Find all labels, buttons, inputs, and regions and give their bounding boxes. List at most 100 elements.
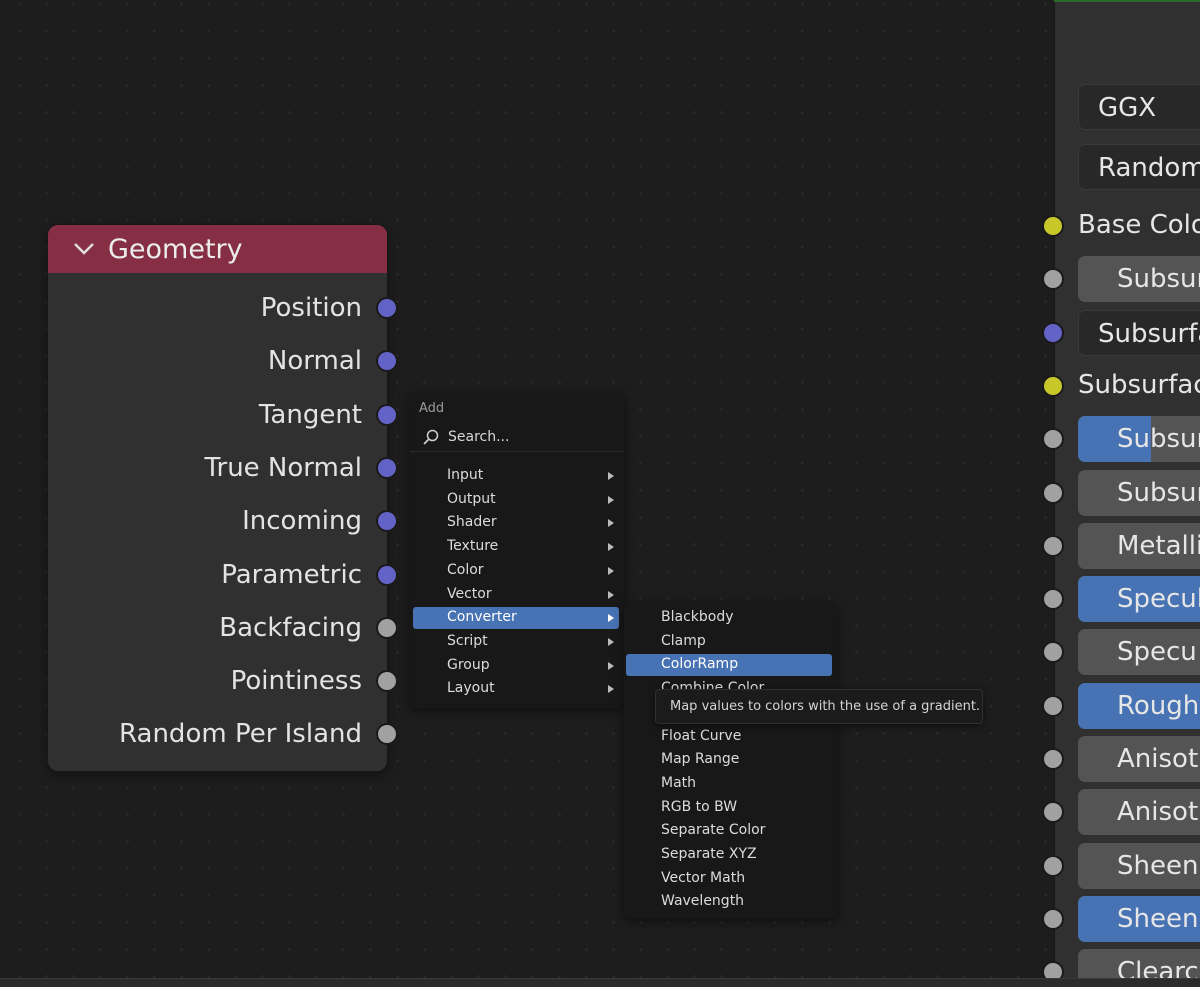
- geometry-output-row: Pointiness: [48, 661, 398, 701]
- bsdf-input-slider[interactable]: Subsur: [1078, 416, 1200, 463]
- output-socket[interactable]: [376, 616, 398, 639]
- submenu-arrow-icon: [608, 614, 614, 623]
- geometry-node-title: Geometry: [108, 233, 243, 265]
- bsdf-input-label: Subsur: [1117, 424, 1200, 455]
- input-socket[interactable]: [1042, 215, 1064, 237]
- geometry-node-header[interactable]: Geometry: [48, 225, 387, 273]
- add-menu-search[interactable]: Search...: [410, 422, 624, 452]
- submenu-item-blackbody[interactable]: Blackbody: [626, 607, 832, 629]
- bsdf-input-slider[interactable]: Subsur: [1078, 469, 1200, 516]
- geometry-node[interactable]: Geometry Position Normal Tangent True Norma…: [48, 225, 398, 771]
- bsdf-input-slider[interactable]: Specu: [1078, 629, 1200, 676]
- geometry-output-row: Position: [48, 288, 398, 328]
- submenu-item-math[interactable]: Math: [626, 773, 832, 795]
- menu-item-label: Color: [447, 561, 484, 578]
- menu-item-label: Converter: [447, 609, 517, 626]
- input-socket[interactable]: [1042, 481, 1064, 504]
- subsurface-method-value: Random: [1098, 153, 1200, 183]
- bsdf-input-slider[interactable]: Subsurfa: [1078, 309, 1200, 356]
- converter-submenu[interactable]: BlackbodyClampColorRampCombine ColorComb…: [624, 602, 837, 918]
- menu-item-converter[interactable]: Converter: [413, 607, 619, 630]
- output-socket[interactable]: [376, 297, 398, 319]
- bsdf-input-slider[interactable]: Rough: [1078, 682, 1200, 729]
- input-socket[interactable]: [1042, 748, 1064, 770]
- submenu-item-label: Blackbody: [661, 609, 734, 625]
- bsdf-input-label: Sheen: [1117, 850, 1199, 881]
- submenu-item-separate-xyz[interactable]: Separate XYZ: [626, 844, 832, 866]
- bsdf-input-label: Anisot: [1117, 797, 1199, 828]
- distribution-dropdown[interactable]: GGX: [1078, 84, 1200, 130]
- add-menu[interactable]: Add Search... Input Output Shader Texture Co…: [410, 392, 624, 708]
- menu-item-label: Texture: [447, 538, 499, 555]
- menu-item-group[interactable]: Group: [413, 655, 619, 677]
- menu-item-vector[interactable]: Vector: [413, 584, 619, 606]
- bsdf-input-label: Specu: [1117, 637, 1197, 668]
- input-socket[interactable]: [1042, 534, 1064, 557]
- bsdf-input-slider[interactable]: Sheen: [1078, 895, 1200, 942]
- submenu-item-vector-math[interactable]: Vector Math: [626, 868, 832, 890]
- submenu-item-wavelength[interactable]: Wavelength: [626, 891, 832, 913]
- geometry-output-row: Parametric: [48, 555, 398, 595]
- submenu-item-label: Separate XYZ: [661, 846, 757, 862]
- input-socket[interactable]: [1042, 694, 1064, 717]
- submenu-item-rgb-to-bw[interactable]: RGB to BW: [626, 797, 832, 819]
- submenu-item-separate-color[interactable]: Separate Color: [626, 820, 832, 842]
- bsdf-input-label: Subsur: [1117, 477, 1200, 508]
- submenu-item-label: Float Curve: [661, 727, 742, 744]
- menu-item-color[interactable]: Color: [413, 560, 619, 582]
- menu-item-label: Group: [447, 656, 490, 673]
- bsdf-input-slider[interactable]: Anisot: [1078, 789, 1200, 836]
- submenu-item-float-curve[interactable]: Float Curve: [626, 726, 832, 748]
- menu-item-input[interactable]: Input: [413, 465, 619, 487]
- chevron-down-icon[interactable]: [72, 237, 96, 261]
- menu-item-texture[interactable]: Texture: [413, 536, 619, 558]
- bsdf-node-selection-edge: [1054, 0, 1200, 2]
- geometry-output-label: True Normal: [204, 452, 362, 483]
- bsdf-input-slider[interactable]: Specul: [1078, 576, 1200, 623]
- input-socket[interactable]: [1042, 588, 1064, 611]
- geometry-output-label: Backfacing: [219, 612, 362, 643]
- menu-item-layout[interactable]: Layout: [413, 678, 619, 700]
- menu-item-shader[interactable]: Shader: [413, 512, 619, 534]
- bsdf-input-slider[interactable]: Metalli: [1078, 522, 1200, 569]
- output-socket[interactable]: [376, 670, 398, 693]
- bsdf-input-label: Sheen: [1117, 903, 1199, 934]
- submenu-item-map-range[interactable]: Map Range: [626, 749, 832, 771]
- output-socket[interactable]: [376, 350, 398, 373]
- bsdf-input-label: Metalli: [1117, 530, 1200, 561]
- submenu-item-label: Clamp: [661, 632, 706, 649]
- submenu-item-clamp[interactable]: Clamp: [626, 631, 832, 653]
- search-icon: [423, 429, 439, 445]
- geometry-output-label: Incoming: [242, 506, 362, 537]
- input-socket[interactable]: [1042, 321, 1064, 344]
- bsdf-input-label: Subsurfa: [1098, 318, 1200, 349]
- geometry-output-row: Random Per Island: [48, 714, 398, 754]
- bsdf-input-slider[interactable]: Anisot: [1078, 736, 1200, 782]
- menu-item-script[interactable]: Script: [413, 631, 619, 653]
- bsdf-input-label: Rough: [1117, 690, 1200, 721]
- submenu-item-label: Math: [661, 774, 697, 791]
- submenu-item-label: Separate Color: [661, 822, 766, 839]
- geometry-output-label: Parametric: [221, 559, 362, 590]
- bsdf-input-slider[interactable]: Sheen: [1078, 842, 1200, 889]
- output-socket[interactable]: [376, 403, 398, 426]
- subsurface-method-dropdown[interactable]: Random: [1078, 144, 1200, 190]
- output-socket[interactable]: [376, 723, 398, 746]
- bsdf-input-label: Subsurfac: [1078, 369, 1200, 400]
- output-socket[interactable]: [376, 510, 398, 533]
- menu-item-output[interactable]: Output: [413, 489, 619, 511]
- input-socket[interactable]: [1042, 374, 1064, 397]
- submenu-arrow-icon: [608, 637, 614, 646]
- input-socket[interactable]: [1042, 907, 1064, 930]
- bsdf-input-slider[interactable]: Subsur: [1078, 256, 1200, 303]
- geometry-output-label: Random Per Island: [119, 719, 362, 750]
- input-socket[interactable]: [1042, 854, 1064, 877]
- output-socket[interactable]: [376, 563, 398, 586]
- submenu-arrow-icon: [608, 590, 614, 599]
- submenu-arrow-icon: [608, 495, 614, 504]
- output-socket[interactable]: [376, 456, 398, 479]
- geometry-output-row: Normal: [48, 341, 398, 381]
- submenu-item-colorramp[interactable]: ColorRamp: [626, 654, 832, 677]
- submenu-item-label: Wavelength: [661, 893, 745, 910]
- submenu-arrow-icon: [608, 661, 614, 670]
